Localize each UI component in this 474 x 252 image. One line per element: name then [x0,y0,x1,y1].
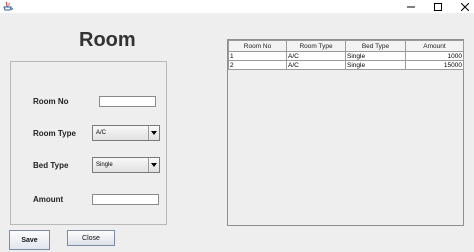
table-row[interactable]: 1 A/C Single 1000 [228,51,464,61]
save-button[interactable]: Save [9,230,50,250]
table-cell[interactable]: Single [345,60,406,70]
title-bar [0,0,474,13]
chevron-down-icon [151,131,157,135]
table-cell[interactable]: 1 [228,51,287,61]
window-close-button[interactable] [452,0,474,13]
table-row[interactable]: 2 A/C Single 15000 [228,60,464,70]
minimize-button[interactable] [398,0,424,13]
bed-type-select[interactable]: Single [92,157,160,173]
table-cell[interactable]: 1000 [405,51,464,61]
column-header-room-type[interactable]: Room Type [286,40,346,52]
window-content: Room Room No Room Type A/C Bed Type Sing… [0,13,474,252]
rooms-table: Room No Room Type Bed Type Amount 1 A/C … [228,40,464,70]
maximize-button[interactable] [425,0,451,13]
column-header-amount[interactable]: Amount [405,40,464,52]
java-app-icon [3,1,13,11]
amount-label: Amount [33,195,64,204]
table-cell[interactable]: A/C [286,51,346,61]
bed-type-dropdown-button[interactable] [148,158,159,172]
room-type-selected-value: A/C [96,130,107,136]
amount-field[interactable] [92,194,159,205]
page-title: Room [79,29,136,51]
rooms-table-scrollpane[interactable]: Room No Room Type Bed Type Amount 1 A/C … [227,39,464,226]
close-icon [461,2,469,11]
room-no-field[interactable] [99,96,156,107]
room-form-panel: Room No Room Type A/C Bed Type Single Am… [10,61,167,225]
bed-type-label: Bed Type [33,161,69,170]
column-header-bed-type[interactable]: Bed Type [345,40,406,52]
table-cell[interactable]: 15000 [405,60,464,70]
table-cell[interactable]: A/C [286,60,346,70]
table-header-row: Room No Room Type Bed Type Amount [228,40,464,52]
column-header-room-no[interactable]: Room No [228,40,287,52]
bed-type-selected-value: Single [96,162,113,168]
room-no-label: Room No [33,97,69,106]
room-type-select[interactable]: A/C [92,125,160,141]
chevron-down-icon [151,163,157,167]
table-cell[interactable]: Single [345,51,406,61]
room-type-label: Room Type [33,129,76,138]
room-type-dropdown-button[interactable] [148,126,159,140]
minimize-icon [407,6,415,7]
close-button[interactable]: Close [67,230,115,246]
maximize-icon [434,2,442,11]
table-cell[interactable]: 2 [228,60,287,70]
